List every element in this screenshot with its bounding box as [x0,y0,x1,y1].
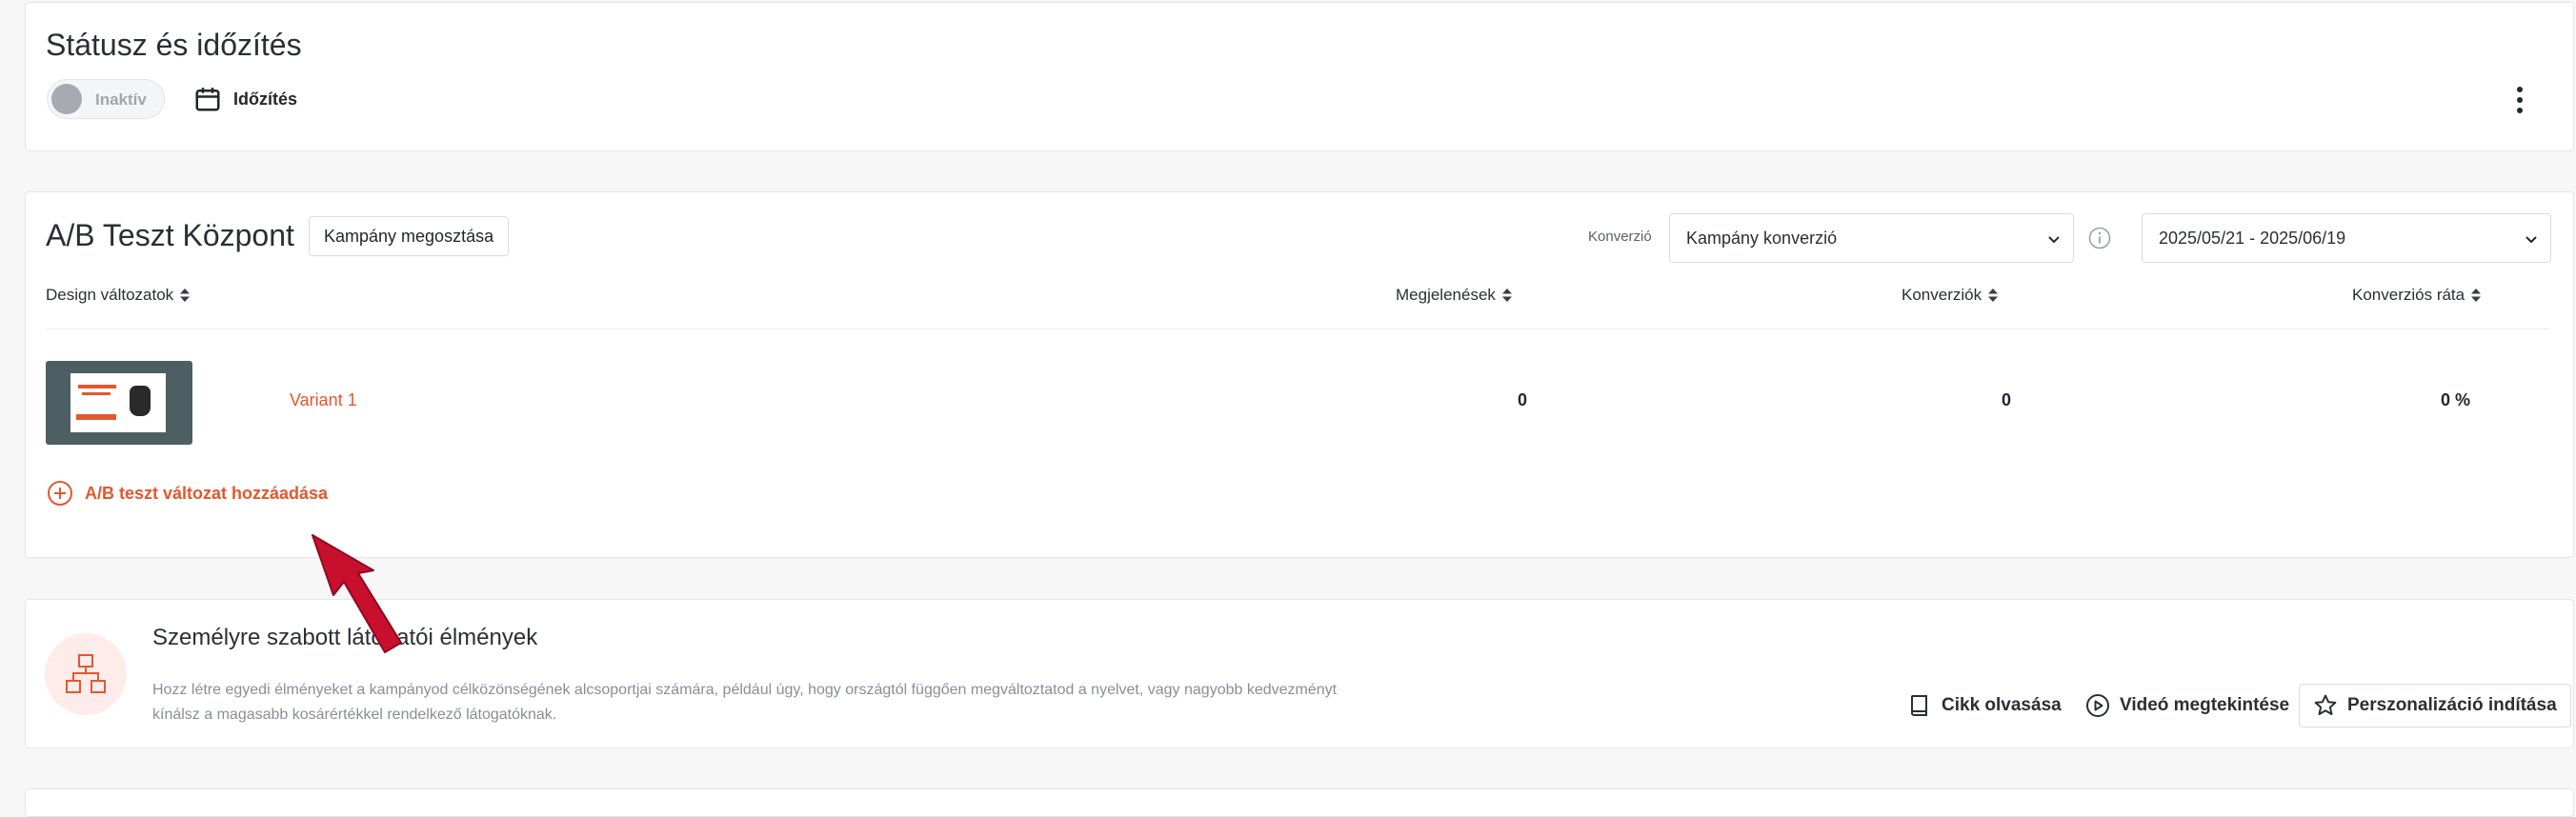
toggle-knob [51,84,82,114]
toggle-label: Inaktív [95,90,147,109]
conversion-select[interactable]: Kampány konverzió [1669,213,2074,263]
thumbnail-subline [82,392,111,395]
add-ab-variant-label: A/B teszt változat hozzáadása [85,483,329,503]
personalization-description-line: Hozz létre egyedi élményeket a kampányod… [152,682,1338,698]
thumbnail-product-image [130,386,151,416]
next-card [25,788,2574,817]
book-icon [1911,695,1927,716]
date-range-select[interactable]: 2025/05/21 - 2025/06/19 [2142,213,2551,263]
sort-icon [180,289,191,302]
personalization-description-line: kínálsz a magasabb kosárértékkel rendelk… [152,707,557,723]
share-campaign-button[interactable]: Kampány megosztása [309,216,510,256]
timing-button[interactable]: Időzítés [193,85,297,113]
watch-video-link[interactable]: Videó megtekintése [2085,693,2289,718]
col-header-conversions-label: Konverziók [1902,286,1982,304]
active-toggle[interactable]: Inaktív [47,79,165,119]
col-header-rate[interactable]: Konverziós ráta [2352,286,2482,305]
read-article-link[interactable]: Cikk olvasása [1907,693,2062,718]
annotation-arrow-icon [312,534,402,653]
add-ab-variant-button[interactable]: A/B teszt változat hozzáadása [47,480,328,507]
sort-icon [2471,289,2482,302]
sitemap-icon [66,654,106,693]
variant-rate: 0 % [2440,390,2470,409]
plus-circle-icon [48,481,72,506]
thumbnail-headline [78,385,116,389]
start-personalization-button[interactable]: Perszonalizáció indítása [2299,684,2571,727]
sort-icon [1988,289,1999,302]
personalization-description: Hozz létre egyedi élményeket a kampányod… [152,678,1391,727]
status-card: Státusz és időzítés Inaktív Időzítés [25,2,2574,151]
col-header-rate-label: Konverziós ráta [2352,286,2465,304]
chevron-down-icon [2526,236,2537,244]
thumbnail-popup-preview [70,373,166,432]
kebab-menu-icon[interactable] [2506,81,2533,119]
timing-label: Időzítés [233,89,298,109]
thumbnail-cta [76,414,116,420]
variant-thumbnail[interactable] [46,361,192,445]
variant-impressions: 0 [1517,390,1527,409]
ab-title: A/B Teszt Központ [46,218,294,252]
star-icon [2314,694,2337,715]
col-header-design[interactable]: Design változatok [46,286,191,305]
sort-icon [1501,289,1512,302]
watch-video-label: Videó megtekintése [2120,695,2290,715]
ab-test-card: A/B Teszt Központ Kampány megosztása Kon… [25,191,2574,558]
conversion-label: Konverzió [1588,229,1652,245]
status-title: Státusz és időzítés [46,28,302,62]
play-circle-icon [2086,694,2109,717]
col-header-impressions-label: Megjelenések [1396,286,1496,304]
info-icon[interactable] [2087,226,2112,250]
col-header-conversions[interactable]: Konverziók [1902,286,1999,305]
col-header-design-label: Design változatok [46,286,174,304]
start-personalization-label: Perszonalizáció indítása [2347,695,2557,715]
calendar-icon [195,88,220,111]
col-header-impressions[interactable]: Megjelenések [1396,286,1513,305]
read-article-label: Cikk olvasása [1942,695,2062,715]
conversion-select-value: Kampány konverzió [1686,229,1838,248]
variant-name-link[interactable]: Variant 1 [290,390,357,410]
personalization-icon-badge [45,633,127,715]
chevron-down-icon [2048,236,2060,244]
date-range-value: 2025/05/21 - 2025/06/19 [2159,229,2346,248]
variant-conversions: 0 [2001,390,2011,409]
